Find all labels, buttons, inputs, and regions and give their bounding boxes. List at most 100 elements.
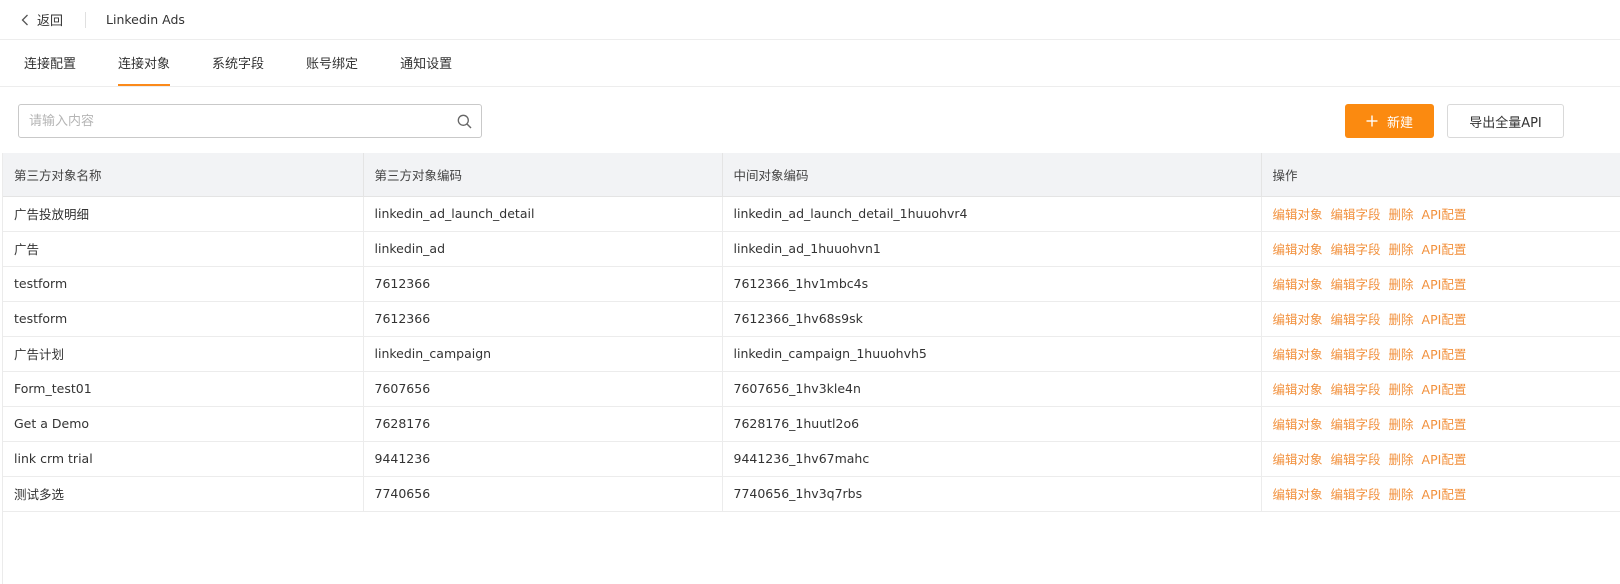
cell-third-party-code: 7612366 xyxy=(363,301,723,337)
cell-middle-code: 7612366_1hv1mbc4s xyxy=(722,266,1262,302)
cell-third-party-name: 广告计划 xyxy=(3,336,364,372)
table-row: 测试多选 7740656 7740656_1hv3q7rbs 编辑对象 编辑字段 删除 AP… xyxy=(3,476,1620,512)
api-config-link[interactable]: API配置 xyxy=(1422,242,1467,257)
api-config-link[interactable]: API配置 xyxy=(1422,487,1467,502)
table-row: testform 7612366 7612366_1hv68s9sk 编辑对象 编辑字段… xyxy=(3,301,1620,337)
cell-third-party-code: linkedin_ad xyxy=(363,231,723,267)
api-config-link[interactable]: API配置 xyxy=(1422,347,1467,362)
cell-third-party-name: testform xyxy=(3,301,364,337)
edit-fields-link[interactable]: 编辑字段 xyxy=(1331,347,1381,362)
cell-middle-code: linkedin_campaign_1huuohvh5 xyxy=(722,336,1262,372)
api-config-link[interactable]: API配置 xyxy=(1422,417,1467,432)
api-config-link[interactable]: API配置 xyxy=(1422,452,1467,467)
delete-link[interactable]: 删除 xyxy=(1389,312,1414,327)
delete-link[interactable]: 删除 xyxy=(1389,452,1414,467)
cell-actions: 编辑对象 编辑字段 删除 API配置 xyxy=(1261,336,1620,372)
cell-middle-code: 7628176_1huutl2o6 xyxy=(722,406,1262,442)
cell-middle-code: 7740656_1hv3q7rbs xyxy=(722,476,1262,512)
objects-table: 第三方对象名称 第三方对象编码 中间对象编码 操作 广告投放明细 linkedin… xyxy=(3,153,1620,512)
edit-object-link[interactable]: 编辑对象 xyxy=(1273,452,1323,467)
column-header-actions: 操作 xyxy=(1261,153,1620,197)
export-all-api-button[interactable]: 导出全量API xyxy=(1447,104,1564,138)
delete-link[interactable]: 删除 xyxy=(1389,417,1414,432)
tab-connection-config[interactable]: 连接配置 xyxy=(24,39,76,86)
back-label: 返回 xyxy=(37,14,64,29)
search-input[interactable] xyxy=(19,105,447,137)
cell-actions: 编辑对象 编辑字段 删除 API配置 xyxy=(1261,196,1620,232)
cell-third-party-code: 7740656 xyxy=(363,476,723,512)
edit-fields-link[interactable]: 编辑字段 xyxy=(1331,207,1381,222)
delete-link[interactable]: 删除 xyxy=(1389,242,1414,257)
table-row: 广告 linkedin_ad linkedin_ad_1huuohvn1 编辑对象 编辑… xyxy=(3,231,1620,267)
header-divider xyxy=(85,11,87,28)
edit-fields-link[interactable]: 编辑字段 xyxy=(1331,312,1381,327)
search-icon[interactable] xyxy=(447,105,481,137)
new-button[interactable]: 新建 xyxy=(1345,104,1434,138)
cell-actions: 编辑对象 编辑字段 删除 API配置 xyxy=(1261,231,1620,267)
edit-object-link[interactable]: 编辑对象 xyxy=(1273,312,1323,327)
delete-link[interactable]: 删除 xyxy=(1389,207,1414,222)
column-header-third-party-name: 第三方对象名称 xyxy=(3,153,364,197)
cell-third-party-name: 测试多选 xyxy=(3,476,364,512)
column-header-third-party-code: 第三方对象编码 xyxy=(363,153,723,197)
cell-third-party-code: 7612366 xyxy=(363,266,723,302)
plus-icon xyxy=(1366,115,1378,127)
cell-middle-code: 9441236_1hv67mahc xyxy=(722,441,1262,477)
table-row: 广告投放明细 linkedin_ad_launch_detail linkedin_… xyxy=(3,196,1620,232)
cell-third-party-name: link crm trial xyxy=(3,441,364,477)
delete-link[interactable]: 删除 xyxy=(1389,347,1414,362)
page-title: Linkedin Ads xyxy=(106,12,185,27)
edit-object-link[interactable]: 编辑对象 xyxy=(1273,487,1323,502)
back-button[interactable]: 返回 xyxy=(0,10,63,29)
cell-actions: 编辑对象 编辑字段 删除 API配置 xyxy=(1261,441,1620,477)
edit-fields-link[interactable]: 编辑字段 xyxy=(1331,452,1381,467)
toolbar: 新建 导出全量API xyxy=(0,87,1620,153)
cell-actions: 编辑对象 编辑字段 删除 API配置 xyxy=(1261,406,1620,442)
edit-object-link[interactable]: 编辑对象 xyxy=(1273,382,1323,397)
cell-middle-code: linkedin_ad_1huuohvn1 xyxy=(722,231,1262,267)
table-row: Get a Demo 7628176 7628176_1huutl2o6 编辑对象 编辑… xyxy=(3,406,1620,442)
cell-actions: 编辑对象 编辑字段 删除 API配置 xyxy=(1261,301,1620,337)
delete-link[interactable]: 删除 xyxy=(1389,277,1414,292)
tab-connection-objects[interactable]: 连接对象 xyxy=(118,39,171,86)
new-button-label: 新建 xyxy=(1386,115,1413,131)
api-config-link[interactable]: API配置 xyxy=(1422,382,1467,397)
edit-fields-link[interactable]: 编辑字段 xyxy=(1331,277,1381,292)
tab-notification-settings[interactable]: 通知设置 xyxy=(400,39,452,86)
cell-third-party-code: 9441236 xyxy=(363,441,723,477)
edit-object-link[interactable]: 编辑对象 xyxy=(1273,277,1323,292)
tab-bar: 连接配置 连接对象 系统字段 账号绑定 通知设置 xyxy=(0,40,1620,87)
edit-fields-link[interactable]: 编辑字段 xyxy=(1331,382,1381,397)
edit-object-link[interactable]: 编辑对象 xyxy=(1273,347,1323,362)
edit-object-link[interactable]: 编辑对象 xyxy=(1273,417,1323,432)
delete-link[interactable]: 删除 xyxy=(1389,487,1414,502)
edit-fields-link[interactable]: 编辑字段 xyxy=(1331,487,1381,502)
chevron-left-icon xyxy=(19,14,31,26)
edit-fields-link[interactable]: 编辑字段 xyxy=(1331,242,1381,257)
objects-table-container: 第三方对象名称 第三方对象编码 中间对象编码 操作 广告投放明细 linkedin… xyxy=(2,153,1620,584)
edit-object-link[interactable]: 编辑对象 xyxy=(1273,242,1323,257)
cell-actions: 编辑对象 编辑字段 删除 API配置 xyxy=(1261,371,1620,407)
cell-third-party-name: 广告 xyxy=(3,231,364,267)
edit-fields-link[interactable]: 编辑字段 xyxy=(1331,417,1381,432)
api-config-link[interactable]: API配置 xyxy=(1422,312,1467,327)
edit-object-link[interactable]: 编辑对象 xyxy=(1273,207,1323,222)
delete-link[interactable]: 删除 xyxy=(1389,382,1414,397)
api-config-link[interactable]: API配置 xyxy=(1422,207,1467,222)
cell-third-party-code: 7628176 xyxy=(363,406,723,442)
table-header-row: 第三方对象名称 第三方对象编码 中间对象编码 操作 xyxy=(3,153,1620,197)
page-header: 返回 Linkedin Ads xyxy=(0,0,1620,40)
table-row: Form_test01 7607656 7607656_1hv3kle4n 编辑对象编… xyxy=(3,371,1620,407)
cell-third-party-name: Get a Demo xyxy=(3,406,364,442)
cell-third-party-name: 广告投放明细 xyxy=(3,196,364,232)
cell-actions: 编辑对象 编辑字段 删除 API配置 xyxy=(1261,266,1620,302)
api-config-link[interactable]: API配置 xyxy=(1422,277,1467,292)
cell-middle-code: linkedin_ad_launch_detail_1huuohvr4 xyxy=(722,196,1262,232)
table-row: testform 7612366 7612366_1hv1mbc4s 编辑对象 编辑字段… xyxy=(3,266,1620,302)
column-header-middle-code: 中间对象编码 xyxy=(722,153,1262,197)
tab-system-fields[interactable]: 系统字段 xyxy=(212,39,264,86)
cell-third-party-code: linkedin_campaign xyxy=(363,336,723,372)
cell-middle-code: 7607656_1hv3kle4n xyxy=(722,371,1262,407)
tab-account-binding[interactable]: 账号绑定 xyxy=(306,39,358,86)
cell-third-party-name: Form_test01 xyxy=(3,371,364,407)
